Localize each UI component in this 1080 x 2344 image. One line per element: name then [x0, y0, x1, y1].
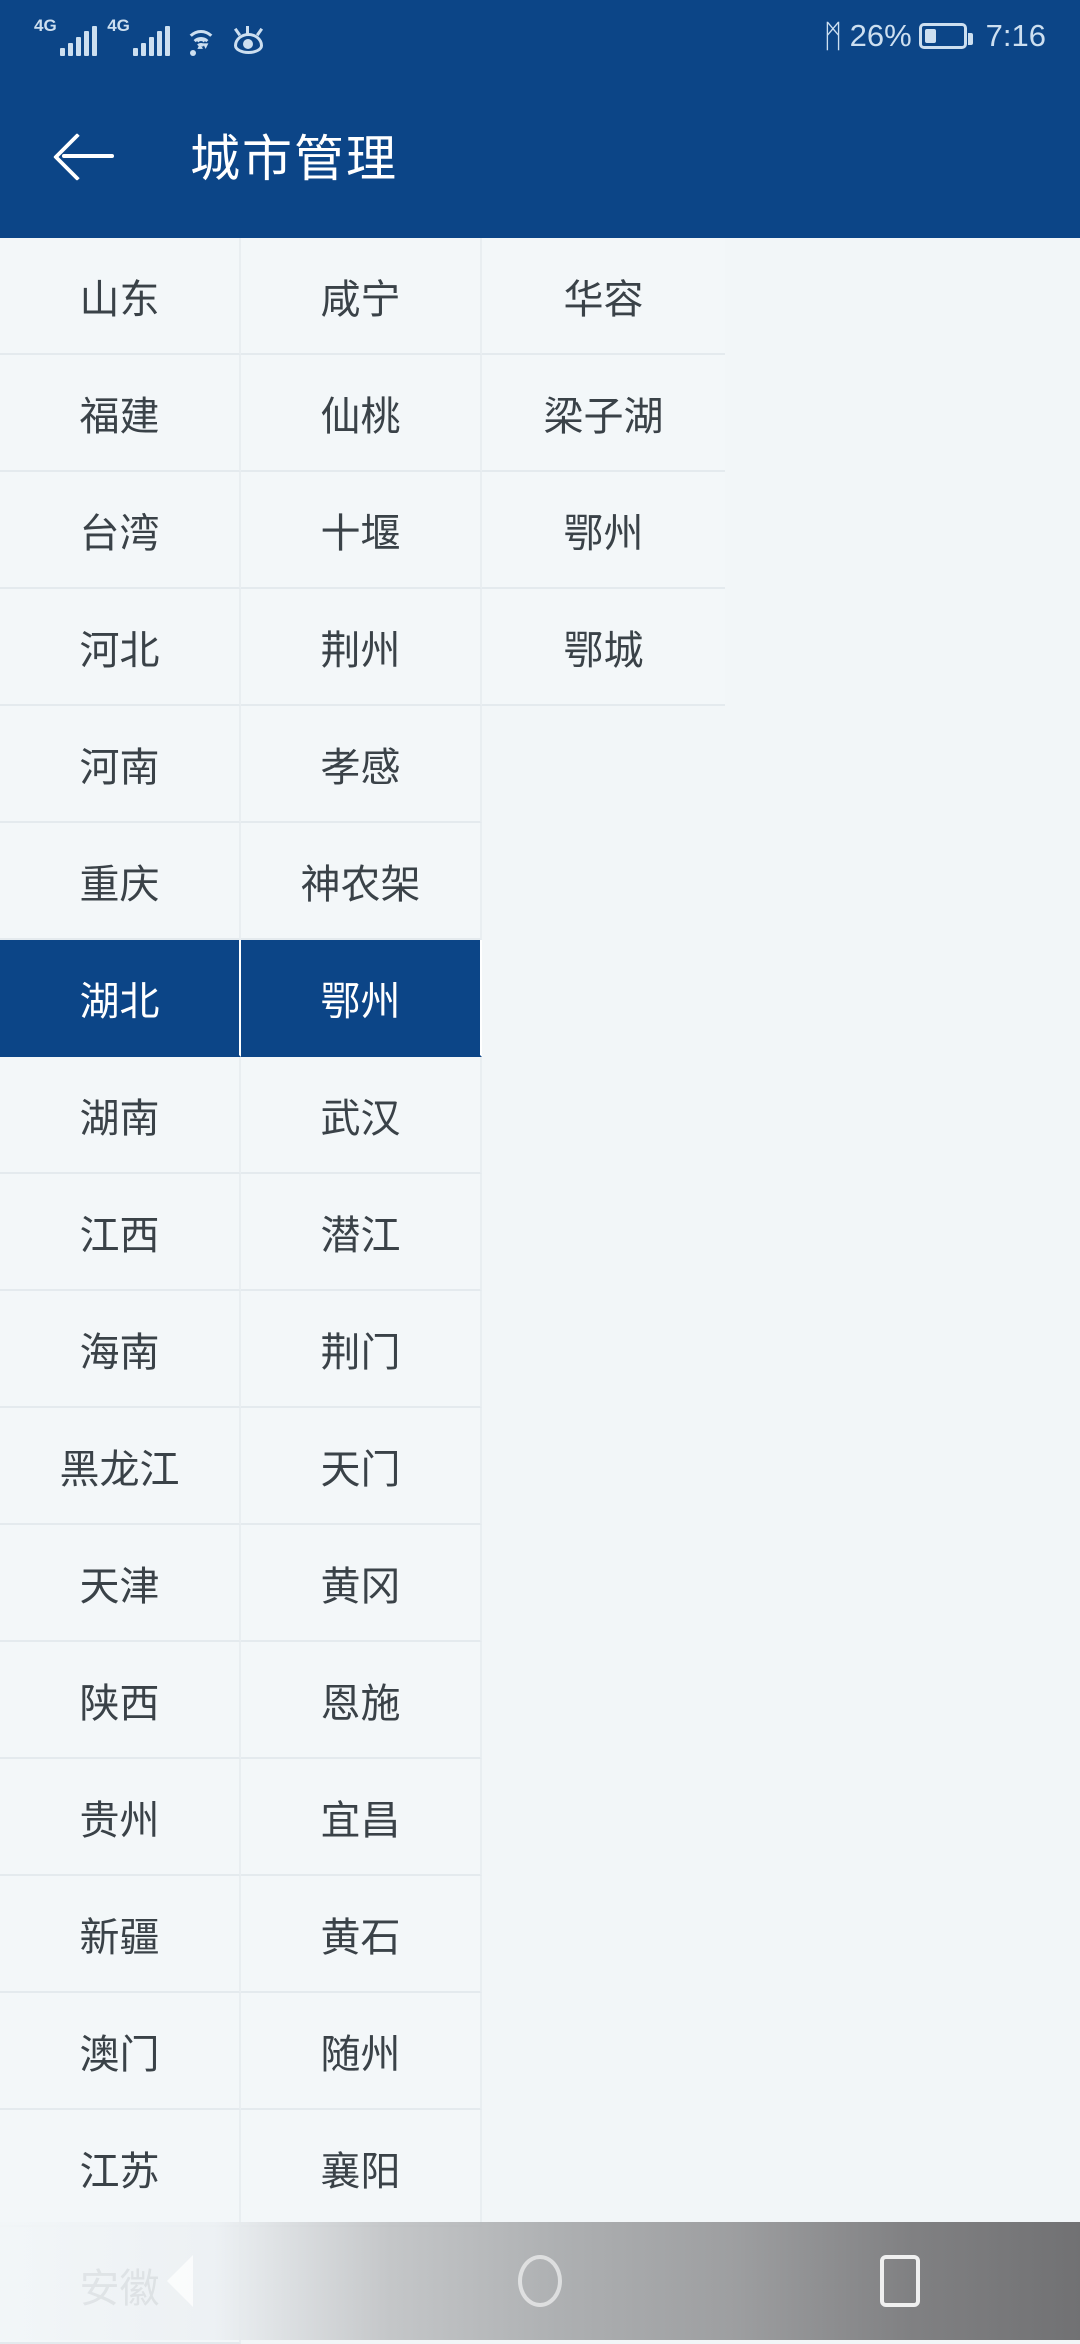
city-cell[interactable]: 武汉: [241, 1057, 482, 1174]
nav-home-icon: [518, 2255, 562, 2307]
signal-sim2-network-label: 4G: [107, 16, 130, 35]
wifi-icon: ▴▾: [184, 26, 218, 56]
city-cell-selected[interactable]: 鄂州: [241, 940, 482, 1057]
nav-home-button[interactable]: [360, 2222, 720, 2340]
status-bar: 4G 4G ▴▾ ᛗ 26% 7:16: [0, 0, 1080, 72]
province-cell[interactable]: 湖南: [0, 1057, 241, 1174]
city-column: 咸宁 仙桃 十堰 荆州 孝感 神农架 鄂州 武汉 潜江 荆门 天门 黄冈 恩施 宜昌 黄石 随州 襄阳: [241, 238, 482, 2227]
district-column: 华容 梁子湖 鄂州 鄂城: [482, 238, 725, 706]
province-cell[interactable]: 海南: [0, 1291, 241, 1408]
signal-sim1-network-label: 4G: [34, 16, 57, 35]
city-cell[interactable]: 随州: [241, 1993, 482, 2110]
battery-percent-label: 26%: [849, 18, 912, 53]
province-cell[interactable]: 重庆: [0, 823, 241, 940]
province-cell[interactable]: 江西: [0, 1174, 241, 1291]
status-bar-left: 4G 4G ▴▾: [34, 16, 265, 56]
province-cell[interactable]: 福建: [0, 355, 241, 472]
signal-bars-sim2-icon: [132, 26, 171, 56]
city-cell[interactable]: 黄石: [241, 1876, 482, 1993]
district-cell[interactable]: 华容: [482, 238, 725, 355]
city-cell[interactable]: 孝感: [241, 706, 482, 823]
province-cell[interactable]: 贵州: [0, 1759, 241, 1876]
signal-indicator-sim1: 4G: [34, 16, 98, 56]
province-cell[interactable]: 黑龙江: [0, 1408, 241, 1525]
province-cell[interactable]: 澳门: [0, 1993, 241, 2110]
city-cell[interactable]: 恩施: [241, 1642, 482, 1759]
city-cell[interactable]: 潜江: [241, 1174, 482, 1291]
city-cell[interactable]: 天门: [241, 1408, 482, 1525]
battery-icon: [918, 23, 973, 49]
back-arrow-icon[interactable]: [56, 123, 120, 187]
signal-indicator-sim2: 4G: [107, 16, 171, 56]
province-column: 山东福建台湾河北河南重庆湖北湖南江西海南黑龙江天津陕西贵州新疆澳门江苏安徽: [0, 238, 241, 2344]
district-cell[interactable]: 梁子湖: [482, 355, 725, 472]
city-cell[interactable]: 荆门: [241, 1291, 482, 1408]
city-cell[interactable]: 咸宁: [241, 238, 482, 355]
bluetooth-icon: ᛗ: [823, 18, 843, 54]
province-cell[interactable]: 河南: [0, 706, 241, 823]
province-cell[interactable]: 江苏: [0, 2110, 241, 2227]
app-bar: 城市管理: [0, 72, 1080, 238]
city-cell[interactable]: 黄冈: [241, 1525, 482, 1642]
province-cell[interactable]: 天津: [0, 1525, 241, 1642]
city-cell[interactable]: 神农架: [241, 823, 482, 940]
nav-recents-icon: [880, 2255, 920, 2307]
city-cell[interactable]: 荆州: [241, 589, 482, 706]
province-cell[interactable]: 陕西: [0, 1642, 241, 1759]
province-cell[interactable]: 新疆: [0, 1876, 241, 1993]
signal-bars-sim1-icon: [59, 26, 98, 56]
district-cell[interactable]: 鄂城: [482, 589, 725, 706]
page-title: 城市管理: [190, 131, 398, 187]
city-cell[interactable]: 十堰: [241, 472, 482, 589]
nav-back-button[interactable]: [0, 2222, 360, 2340]
city-cell[interactable]: 襄阳: [241, 2110, 482, 2227]
nav-back-icon: [167, 2255, 193, 2307]
province-cell[interactable]: 台湾: [0, 472, 241, 589]
district-cell[interactable]: 鄂州: [482, 472, 725, 589]
province-cell[interactable]: 山东: [0, 238, 241, 355]
system-navigation-bar: [0, 2222, 1080, 2340]
status-bar-right: ᛗ 26% 7:16: [823, 18, 1046, 54]
province-cell[interactable]: 河北: [0, 589, 241, 706]
province-cell-selected[interactable]: 湖北: [0, 940, 241, 1057]
city-cell[interactable]: 宜昌: [241, 1759, 482, 1876]
nav-recents-button[interactable]: [720, 2222, 1080, 2340]
city-selection-grid: 山东福建台湾河北河南重庆湖北湖南江西海南黑龙江天津陕西贵州新疆澳门江苏安徽 咸宁…: [0, 238, 1080, 2344]
eye-comfort-icon: [232, 26, 265, 56]
clock-label: 7:16: [985, 18, 1046, 53]
city-cell[interactable]: 仙桃: [241, 355, 482, 472]
